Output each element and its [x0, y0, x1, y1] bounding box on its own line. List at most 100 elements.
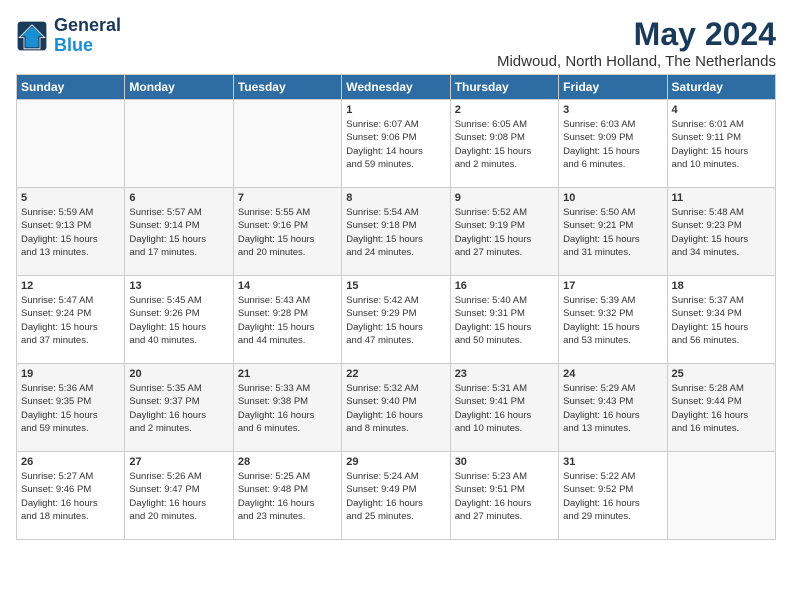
weekday-header-saturday: Saturday	[667, 75, 775, 100]
day-info: Sunrise: 5:54 AMSunset: 9:18 PMDaylight:…	[346, 206, 445, 259]
calendar-cell: 2Sunrise: 6:05 AMSunset: 9:08 PMDaylight…	[450, 100, 558, 188]
day-info: Sunrise: 5:52 AMSunset: 9:19 PMDaylight:…	[455, 206, 554, 259]
day-number: 21	[238, 368, 337, 380]
weekday-header-thursday: Thursday	[450, 75, 558, 100]
day-info: Sunrise: 6:05 AMSunset: 9:08 PMDaylight:…	[455, 118, 554, 171]
calendar-cell	[125, 100, 233, 188]
day-number: 6	[129, 192, 228, 204]
day-info: Sunrise: 5:47 AMSunset: 9:24 PMDaylight:…	[21, 294, 120, 347]
day-number: 16	[455, 280, 554, 292]
day-number: 4	[672, 104, 771, 116]
calendar-table: SundayMondayTuesdayWednesdayThursdayFrid…	[16, 74, 776, 540]
day-info: Sunrise: 5:26 AMSunset: 9:47 PMDaylight:…	[129, 470, 228, 523]
day-number: 31	[563, 456, 662, 468]
calendar-cell: 9 Sunrise: 5:52 AMSunset: 9:19 PMDaylight…	[450, 188, 558, 276]
calendar-week-3: 12 Sunrise: 5:47 AMSunset: 9:24 PMDayligh…	[17, 276, 776, 364]
day-info: Sunrise: 5:36 AMSunset: 9:35 PMDaylight:…	[21, 382, 120, 435]
calendar-cell: 19 Sunrise: 5:36 AMSunset: 9:35 PMDayligh…	[17, 364, 125, 452]
day-number: 12	[21, 280, 120, 292]
day-number: 23	[455, 368, 554, 380]
calendar-cell: 15 Sunrise: 5:42 AMSunset: 9:29 PMDayligh…	[342, 276, 450, 364]
weekday-header-monday: Monday	[125, 75, 233, 100]
calendar-cell: 20Sunrise: 5:35 AMSunset: 9:37 PMDayligh…	[125, 364, 233, 452]
day-info: Sunrise: 5:43 AMSunset: 9:28 PMDaylight:…	[238, 294, 337, 347]
calendar-cell: 26 Sunrise: 5:27 AMSunset: 9:46 PMDayligh…	[17, 452, 125, 540]
day-info: Sunrise: 5:32 AMSunset: 9:40 PMDaylight:…	[346, 382, 445, 435]
day-number: 30	[455, 456, 554, 468]
day-number: 5	[21, 192, 120, 204]
day-info: Sunrise: 5:29 AMSunset: 9:43 PMDaylight:…	[563, 382, 662, 435]
day-info: Sunrise: 6:03 AMSunset: 9:09 PMDaylight:…	[563, 118, 662, 171]
calendar-cell: 10Sunrise: 5:50 AMSunset: 9:21 PMDayligh…	[559, 188, 667, 276]
calendar-week-4: 19 Sunrise: 5:36 AMSunset: 9:35 PMDayligh…	[17, 364, 776, 452]
calendar-week-5: 26 Sunrise: 5:27 AMSunset: 9:46 PMDayligh…	[17, 452, 776, 540]
day-number: 17	[563, 280, 662, 292]
day-number: 1	[346, 104, 445, 116]
day-info: Sunrise: 5:42 AMSunset: 9:29 PMDaylight:…	[346, 294, 445, 347]
day-info: Sunrise: 5:40 AMSunset: 9:31 PMDaylight:…	[455, 294, 554, 347]
calendar-cell: 31 Sunrise: 5:22 AMSunset: 9:52 PMDayligh…	[559, 452, 667, 540]
day-info: Sunrise: 5:45 AMSunset: 9:26 PMDaylight:…	[129, 294, 228, 347]
calendar-cell: 12 Sunrise: 5:47 AMSunset: 9:24 PMDayligh…	[17, 276, 125, 364]
logo-text: General Blue	[54, 16, 121, 56]
day-number: 25	[672, 368, 771, 380]
day-number: 28	[238, 456, 337, 468]
day-info: Sunrise: 5:27 AMSunset: 9:46 PMDaylight:…	[21, 470, 120, 523]
calendar-week-1: 1Sunrise: 6:07 AMSunset: 9:06 PMDaylight…	[17, 100, 776, 188]
weekday-header-friday: Friday	[559, 75, 667, 100]
day-number: 29	[346, 456, 445, 468]
calendar-cell: 22 Sunrise: 5:32 AMSunset: 9:40 PMDayligh…	[342, 364, 450, 452]
day-number: 8	[346, 192, 445, 204]
calendar-cell: 16 Sunrise: 5:40 AMSunset: 9:31 PMDayligh…	[450, 276, 558, 364]
day-info: Sunrise: 5:55 AMSunset: 9:16 PMDaylight:…	[238, 206, 337, 259]
month-title: May 2024	[497, 16, 776, 53]
calendar-cell: 30Sunrise: 5:23 AMSunset: 9:51 PMDayligh…	[450, 452, 558, 540]
day-number: 15	[346, 280, 445, 292]
day-number: 7	[238, 192, 337, 204]
calendar-cell	[667, 452, 775, 540]
day-number: 27	[129, 456, 228, 468]
day-info: Sunrise: 5:24 AMSunset: 9:49 PMDaylight:…	[346, 470, 445, 523]
calendar-cell: 29 Sunrise: 5:24 AMSunset: 9:49 PMDayligh…	[342, 452, 450, 540]
calendar-cell: 21Sunrise: 5:33 AMSunset: 9:38 PMDayligh…	[233, 364, 341, 452]
page-header: General Blue May 2024 Midwoud, North Hol…	[16, 16, 776, 70]
calendar-body: 1Sunrise: 6:07 AMSunset: 9:06 PMDaylight…	[17, 100, 776, 540]
title-block: May 2024 Midwoud, North Holland, The Net…	[497, 16, 776, 70]
day-info: Sunrise: 5:57 AMSunset: 9:14 PMDaylight:…	[129, 206, 228, 259]
calendar-week-2: 5 Sunrise: 5:59 AMSunset: 9:13 PMDaylight…	[17, 188, 776, 276]
day-number: 9	[455, 192, 554, 204]
weekday-header-row: SundayMondayTuesdayWednesdayThursdayFrid…	[17, 75, 776, 100]
calendar-cell: 18Sunrise: 5:37 AMSunset: 9:34 PMDayligh…	[667, 276, 775, 364]
day-number: 24	[563, 368, 662, 380]
day-info: Sunrise: 5:28 AMSunset: 9:44 PMDaylight:…	[672, 382, 771, 435]
day-info: Sunrise: 5:39 AMSunset: 9:32 PMDaylight:…	[563, 294, 662, 347]
calendar-cell	[17, 100, 125, 188]
day-number: 20	[129, 368, 228, 380]
weekday-header-tuesday: Tuesday	[233, 75, 341, 100]
day-info: Sunrise: 5:25 AMSunset: 9:48 PMDaylight:…	[238, 470, 337, 523]
day-number: 22	[346, 368, 445, 380]
calendar-cell: 14 Sunrise: 5:43 AMSunset: 9:28 PMDayligh…	[233, 276, 341, 364]
day-number: 26	[21, 456, 120, 468]
calendar-cell: 23Sunrise: 5:31 AMSunset: 9:41 PMDayligh…	[450, 364, 558, 452]
logo: General Blue	[16, 16, 121, 56]
day-number: 19	[21, 368, 120, 380]
calendar-cell: 13Sunrise: 5:45 AMSunset: 9:26 PMDayligh…	[125, 276, 233, 364]
day-info: Sunrise: 5:22 AMSunset: 9:52 PMDaylight:…	[563, 470, 662, 523]
calendar-cell: 17 Sunrise: 5:39 AMSunset: 9:32 PMDayligh…	[559, 276, 667, 364]
day-info: Sunrise: 6:01 AMSunset: 9:11 PMDaylight:…	[672, 118, 771, 171]
calendar-cell	[233, 100, 341, 188]
calendar-cell: 7 Sunrise: 5:55 AMSunset: 9:16 PMDaylight…	[233, 188, 341, 276]
day-info: Sunrise: 5:59 AMSunset: 9:13 PMDaylight:…	[21, 206, 120, 259]
calendar-cell: 3Sunrise: 6:03 AMSunset: 9:09 PMDaylight…	[559, 100, 667, 188]
calendar-cell: 1Sunrise: 6:07 AMSunset: 9:06 PMDaylight…	[342, 100, 450, 188]
logo-line2: Blue	[54, 36, 121, 56]
calendar-cell: 5 Sunrise: 5:59 AMSunset: 9:13 PMDaylight…	[17, 188, 125, 276]
day-number: 14	[238, 280, 337, 292]
calendar-cell: 4 Sunrise: 6:01 AMSunset: 9:11 PMDaylight…	[667, 100, 775, 188]
calendar-cell: 25 Sunrise: 5:28 AMSunset: 9:44 PMDayligh…	[667, 364, 775, 452]
calendar-cell: 27 Sunrise: 5:26 AMSunset: 9:47 PMDayligh…	[125, 452, 233, 540]
calendar-cell: 28 Sunrise: 5:25 AMSunset: 9:48 PMDayligh…	[233, 452, 341, 540]
day-number: 18	[672, 280, 771, 292]
day-number: 11	[672, 192, 771, 204]
